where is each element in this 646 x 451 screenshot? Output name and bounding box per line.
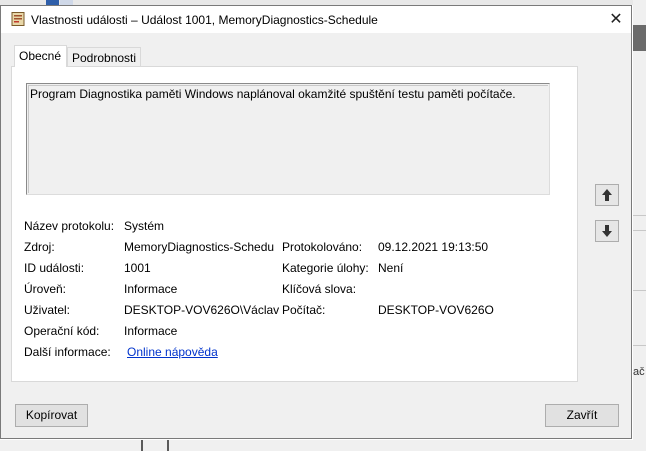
description-inner: [28, 85, 548, 193]
user-value: DESKTOP-VOV626O\Václav: [124, 303, 280, 317]
event-id-value: 1001: [124, 261, 151, 275]
event-viewer-icon: [11, 12, 25, 26]
computer-value: DESKTOP-VOV626O: [378, 303, 494, 317]
online-help-link[interactable]: Online nápověda: [127, 345, 218, 359]
background-text: ač: [633, 366, 645, 378]
computer-label: Počítač:: [282, 303, 326, 317]
close-window-button[interactable]: ✕: [601, 6, 631, 33]
user-label: Uživatel:: [24, 303, 71, 317]
event-description-box[interactable]: Program Diagnostika paměti Windows naplá…: [26, 83, 550, 195]
task-category-label: Kategorie úlohy:: [282, 261, 369, 275]
logged-value: 09.12.2021 19:13:50: [378, 240, 489, 254]
event-id-label: ID události:: [24, 261, 85, 275]
source-label: Zdroj:: [24, 240, 55, 254]
background-bar: [167, 440, 169, 451]
log-name-label: Název protokolu:: [24, 219, 115, 233]
background-divider: [633, 215, 646, 216]
previous-event-button[interactable]: [595, 184, 619, 206]
log-name-value: Systém: [124, 219, 165, 233]
background-app-edge: [633, 0, 646, 451]
event-description: Program Diagnostika paměti Windows naplá…: [30, 87, 516, 101]
window-title: Vlastnosti události – Událost 1001, Memo…: [31, 13, 378, 27]
opcode-label: Operační kód:: [24, 324, 100, 338]
background-divider: [633, 290, 646, 291]
level-label: Úroveň:: [24, 282, 67, 296]
copy-button[interactable]: Kopírovat: [15, 404, 88, 427]
logged-label: Protokolováno:: [282, 240, 363, 254]
general-tab-panel: Program Diagnostika paměti Windows naplá…: [11, 66, 578, 382]
event-properties-dialog: Vlastnosti události – Událost 1001, Memo…: [0, 5, 632, 439]
background-bottom: [0, 440, 646, 451]
background-scroll-strip: [633, 25, 646, 51]
keywords-label: Klíčová slova:: [282, 282, 357, 296]
title-bar: Vlastnosti události – Událost 1001, Memo…: [1, 6, 631, 33]
source-value: MemoryDiagnostics-Schedu: [124, 240, 275, 254]
arrow-down-icon: [602, 225, 612, 237]
background-bar: [141, 440, 143, 451]
background-divider: [633, 345, 646, 346]
background-divider: [633, 230, 646, 231]
arrow-up-icon: [602, 189, 612, 201]
level-value: Informace: [124, 282, 178, 296]
tab-details[interactable]: Podrobnosti: [67, 47, 141, 67]
close-button[interactable]: Zavřít: [545, 404, 619, 427]
next-event-button[interactable]: [595, 220, 619, 242]
opcode-value: Informace: [124, 324, 178, 338]
tab-general[interactable]: Obecné: [14, 45, 67, 67]
task-category-value: Není: [378, 261, 404, 275]
more-info-label: Další informace:: [24, 345, 111, 359]
